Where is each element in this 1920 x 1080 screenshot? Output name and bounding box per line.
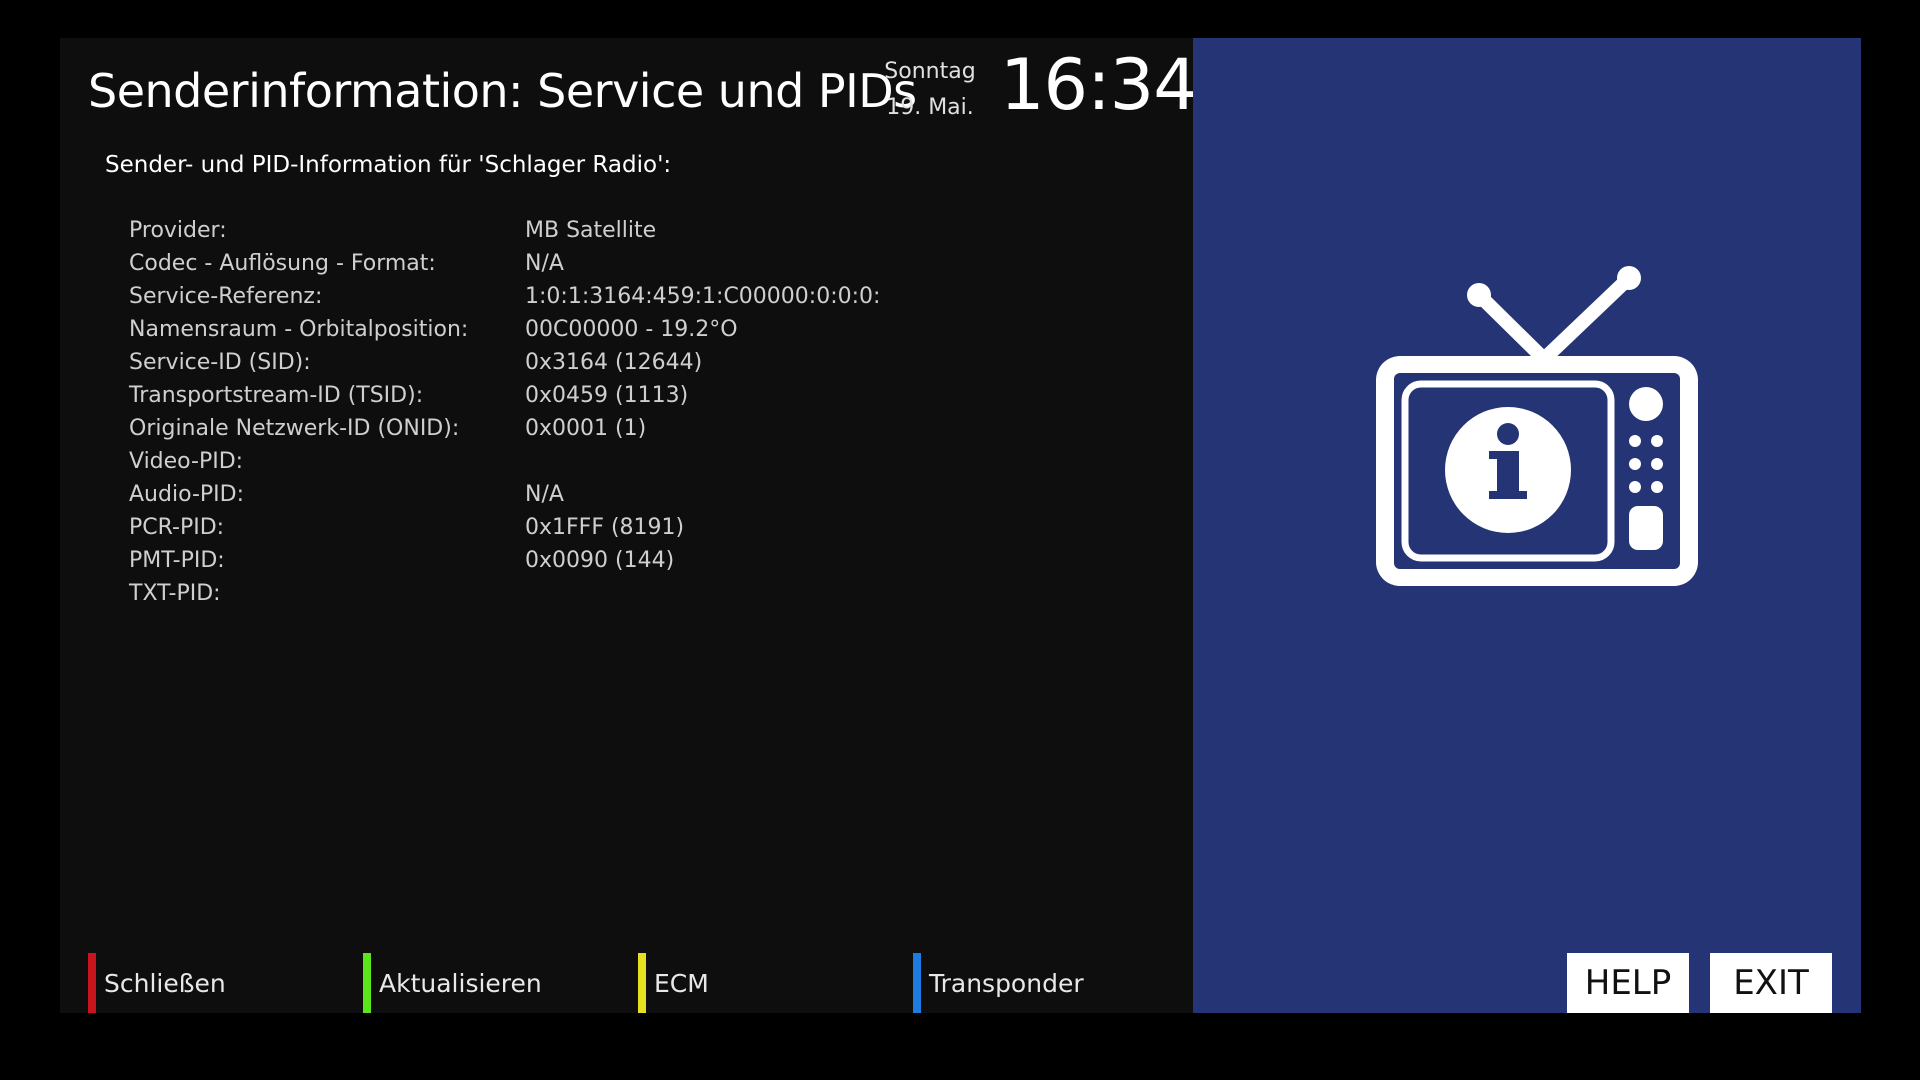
info-value: N/A — [525, 251, 564, 276]
info-value: 0x0001 (1) — [525, 416, 647, 441]
info-label: Codec - Auflösung - Format: — [129, 251, 436, 276]
info-panel: Senderinformation: Service und PIDs Sonn… — [60, 38, 1198, 1013]
info-value: 0x0090 (144) — [525, 548, 675, 573]
green-button-label: Aktualisieren — [379, 968, 542, 998]
color-button-bar: Schließen Aktualisieren ECM Transponder — [88, 953, 1188, 1013]
red-button-label: Schließen — [104, 968, 226, 998]
info-row-pcr-pid: PCR-PID: 0x1FFF (8191) — [129, 511, 1169, 544]
service-info-table: Provider: MB Satellite Codec - Auflösung… — [129, 214, 1169, 610]
date-display: Sonntag 19. Mai. — [870, 54, 990, 126]
page-title: Senderinformation: Service und PIDs — [88, 64, 917, 118]
info-row-provider: Provider: MB Satellite — [129, 214, 1169, 247]
info-value: 00C00000 - 19.2°O — [525, 317, 738, 342]
icon-panel: HELP EXIT — [1193, 38, 1861, 1013]
blue-button-label: Transponder — [929, 968, 1084, 998]
blue-key-indicator — [913, 953, 921, 1013]
info-value: 1:0:1:3164:459:1:C00000:0:0:0: — [525, 284, 881, 309]
date-label: 19. Mai. — [886, 95, 974, 120]
info-label: PMT-PID: — [129, 548, 225, 573]
info-label: Audio-PID: — [129, 482, 244, 507]
section-subtitle: Sender- und PID-Information für 'Schlage… — [105, 152, 672, 178]
yellow-key-indicator — [638, 953, 646, 1013]
info-value: MB Satellite — [525, 218, 657, 243]
info-row-codec: Codec - Auflösung - Format: N/A — [129, 247, 1169, 280]
red-key-indicator — [88, 953, 96, 1013]
clock: 16:34 — [1000, 44, 1198, 126]
info-label: Provider: — [129, 218, 227, 243]
info-label: Transportstream-ID (TSID): — [129, 383, 424, 408]
info-row-service-reference: Service-Referenz: 1:0:1:3164:459:1:C0000… — [129, 280, 1169, 313]
info-label: PCR-PID: — [129, 515, 225, 540]
info-row-sid: Service-ID (SID): 0x3164 (12644) — [129, 346, 1169, 379]
info-value: 0x1FFF (8191) — [525, 515, 685, 540]
info-label: TXT-PID: — [129, 581, 221, 606]
info-row-tsid: Transportstream-ID (TSID): 0x0459 (1113) — [129, 379, 1169, 412]
green-key-indicator — [363, 953, 371, 1013]
info-label: Service-ID (SID): — [129, 350, 311, 375]
help-button[interactable]: HELP — [1567, 953, 1689, 1013]
info-row-video-pid: Video-PID: — [129, 445, 1169, 478]
info-row-onid: Originale Netzwerk-ID (ONID): 0x0001 (1) — [129, 412, 1169, 445]
info-value: 0x3164 (12644) — [525, 350, 703, 375]
exit-button[interactable]: EXIT — [1710, 953, 1832, 1013]
yellow-button-ecm[interactable]: ECM — [638, 953, 709, 1013]
info-label: Service-Referenz: — [129, 284, 323, 309]
blue-button-transponder[interactable]: Transponder — [913, 953, 1084, 1013]
red-button-close[interactable]: Schließen — [88, 953, 226, 1013]
info-row-audio-pid: Audio-PID: N/A — [129, 478, 1169, 511]
info-row-pmt-pid: PMT-PID: 0x0090 (144) — [129, 544, 1169, 577]
info-label: Originale Netzwerk-ID (ONID): — [129, 416, 460, 441]
info-label: Namensraum - Orbitalposition: — [129, 317, 469, 342]
info-label: Video-PID: — [129, 449, 244, 474]
info-row-namespace: Namensraum - Orbitalposition: 00C00000 -… — [129, 313, 1169, 346]
info-value: 0x0459 (1113) — [525, 383, 689, 408]
yellow-button-label: ECM — [654, 968, 709, 998]
green-button-refresh[interactable]: Aktualisieren — [363, 953, 542, 1013]
weekday-label: Sonntag — [884, 59, 976, 84]
info-row-txt-pid: TXT-PID: — [129, 577, 1169, 610]
tv-info-icon — [1376, 266, 1698, 586]
screen: Senderinformation: Service und PIDs Sonn… — [0, 0, 1920, 1080]
info-value: N/A — [525, 482, 564, 507]
